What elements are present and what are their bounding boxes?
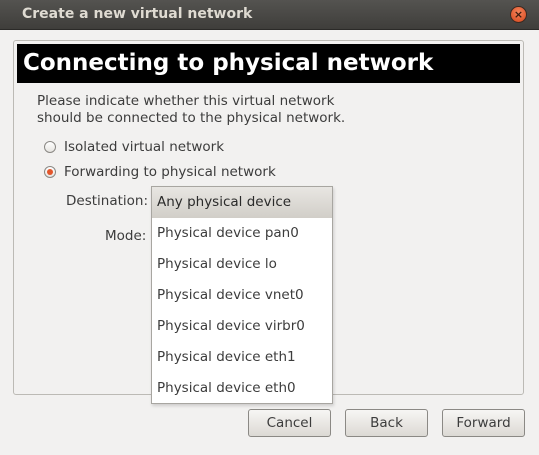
destination-option-virbr0[interactable]: Physical device virbr0 <box>152 311 332 342</box>
mode-label: Mode: <box>105 228 147 244</box>
forward-button[interactable]: Forward <box>442 409 525 437</box>
close-icon[interactable]: × <box>510 6 527 23</box>
destination-option-eth0[interactable]: Physical device eth0 <box>152 373 332 404</box>
window-title: Create a new virtual network <box>22 6 253 22</box>
destination-label: Destination: <box>66 193 149 209</box>
intro-text: Please indicate whether this virtual net… <box>37 93 346 126</box>
forwarding-label: Forwarding to physical network <box>64 164 276 180</box>
isolated-radio[interactable] <box>44 141 56 153</box>
back-button[interactable]: Back <box>345 409 428 437</box>
page-title: Connecting to physical network <box>17 44 520 83</box>
window-titlebar: Create a new virtual network × <box>0 0 539 30</box>
destination-option-pan0[interactable]: Physical device pan0 <box>152 218 332 249</box>
destination-option-vnet0[interactable]: Physical device vnet0 <box>152 280 332 311</box>
destination-option-lo[interactable]: Physical device lo <box>152 249 332 280</box>
isolated-option[interactable]: Isolated virtual network <box>44 137 224 157</box>
destination-option-any[interactable]: Any physical device <box>152 187 332 218</box>
forwarding-option[interactable]: Forwarding to physical network <box>44 162 276 182</box>
isolated-label: Isolated virtual network <box>64 139 225 155</box>
destination-option-eth1[interactable]: Physical device eth1 <box>152 342 332 373</box>
cancel-button[interactable]: Cancel <box>248 409 331 437</box>
forwarding-radio[interactable] <box>44 166 56 178</box>
destination-dropdown-menu[interactable]: Any physical device Physical device pan0… <box>151 186 333 404</box>
